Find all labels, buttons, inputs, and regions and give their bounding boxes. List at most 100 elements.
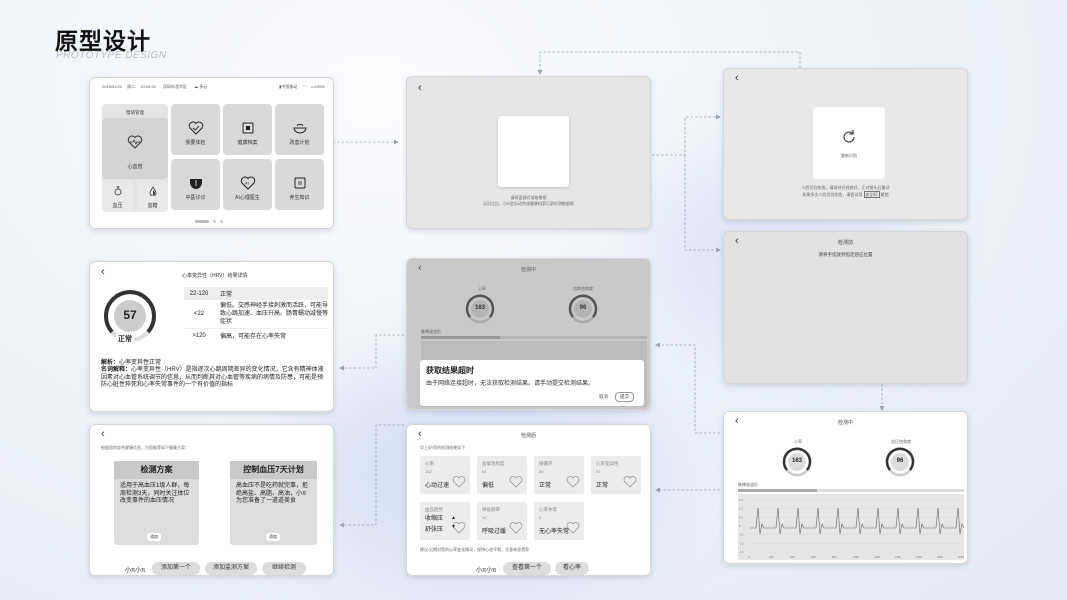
face-retry-screen: ‹ 重新识别 人脸识别失败，请保持光线良好，正对镜头后重试 如果多次人脸识别失败…: [723, 68, 968, 220]
metric-value: 102: [425, 469, 432, 474]
add-plan-button[interactable]: 添加: [266, 533, 280, 541]
health-record-icon: [242, 122, 253, 134]
metric-value: 57: [596, 469, 601, 474]
y-tick-label: -0.5: [739, 533, 744, 537]
oxygen-gauge: 96: [568, 294, 598, 324]
tile-ai-doctor[interactable]: AI AI心理医生: [223, 159, 272, 210]
svg-text:AI: AI: [245, 181, 249, 186]
plan-recommend-screen: ‹ 根据您的综合健康信息，为您推荐如下健康方案： 检测方案 适用于高血压1级人群…: [89, 424, 334, 576]
retry-panel[interactable]: 重新识别: [813, 107, 885, 179]
range-value: <22: [193, 311, 205, 317]
metric-name: 心率变异性: [596, 461, 619, 466]
plan-title: 控制血压7天计划: [230, 461, 317, 479]
heart-icon: [509, 476, 523, 488]
metric-status: 无心率失常: [539, 529, 570, 535]
heart-icon: [509, 522, 523, 534]
detecting-screen: ‹ 检测中 心率 163 血压饱和度 96 脉搏波波形 1.5 1.0 0.5 0 -0…: [723, 411, 968, 564]
metric-card[interactable]: 血压趋势 收缩压 舒张压 ▲ ▼: [420, 502, 470, 540]
range-desc: 正常: [220, 292, 233, 298]
book-icon: [294, 177, 305, 189]
back-icon[interactable]: ‹: [418, 83, 422, 94]
tile-tcm[interactable]: 中医诊诊: [171, 159, 220, 210]
analysis-text: 心率变异性正常: [119, 360, 162, 366]
metric-name: 呼吸频率: [482, 507, 500, 512]
metric-card[interactable]: 心率 102 心动过速: [420, 456, 470, 494]
chip-add-first[interactable]: 添加第一个: [152, 562, 200, 575]
y-tick-label: 1.5: [739, 498, 743, 502]
tile-blood-pressure-label: 血压: [112, 203, 123, 209]
detect-result-screen: ‹ 检测后 早上好!您的检测结果如下: 心率 102 心动过速 血氧饱和度 94 偏低 微循…: [406, 424, 651, 576]
status-time: 10:04:32: [140, 84, 156, 89]
tile-health-record[interactable]: 健康档案: [223, 104, 272, 155]
chip-continue-detect[interactable]: 继续检测: [262, 562, 306, 575]
heart-rate-label: 心率: [478, 286, 486, 291]
finger-instruction: 请将手指放到指定感应位置: [818, 252, 873, 257]
term-label: 名词解释：: [101, 367, 132, 373]
metric-name: 心率失常: [539, 507, 557, 512]
finger-prompt-screen: ‹ 检测前 请将手指放到指定感应位置: [723, 231, 968, 384]
metric-card[interactable]: 微循环 80 正常: [534, 456, 584, 494]
metric-card[interactable]: 呼吸频率 10 呼吸过缓: [477, 502, 527, 540]
tile-checkup-label: 我要体检: [185, 140, 206, 146]
chip-view-first[interactable]: 查看第一个: [503, 562, 551, 575]
page-indicator: [195, 220, 223, 223]
tile-improve-plan[interactable]: 改善计划: [275, 104, 324, 155]
metric-name: 微循环: [539, 461, 553, 466]
submit-button[interactable]: 提交: [615, 392, 634, 402]
range-value: >120: [192, 332, 206, 339]
tile-wellness[interactable]: 养生知识: [275, 159, 324, 210]
table-row: 22-120 正常: [184, 287, 328, 300]
oxygen-gauge: 96: [885, 447, 915, 477]
advice-text: 建议:近期对您的心率变化情况，保持心态平和，注意休息贯养: [420, 547, 530, 552]
metric-status-secondary: 舒张压: [425, 527, 444, 533]
chip-add-monitor-plan[interactable]: 添加监测方案: [205, 562, 257, 575]
range-value: 22-120: [189, 290, 209, 297]
cancel-button[interactable]: 取消: [599, 394, 608, 400]
x-tick-label: 1800: [937, 555, 943, 559]
tile-blood-pressure[interactable]: 血压: [102, 181, 133, 212]
oxygen-label: 血压饱和度: [891, 439, 911, 444]
plan-card: 检测方案 适用于高血压1级人群，每周检测3天，同时关注体位改变事件的血压情况 添…: [114, 461, 199, 545]
heart-rate-value: 163: [474, 305, 485, 311]
plan-text: 适用于高血压1级人群，每周检测3天，同时关注体位改变事件的血压情况: [120, 483, 190, 504]
chip-view-heart-rate[interactable]: 看心率: [555, 562, 589, 575]
back-icon[interactable]: ‹: [735, 73, 739, 84]
x-tick-label: 200: [769, 555, 774, 559]
tile-health-record-label: 健康档案: [237, 140, 258, 146]
home-screen: 2019/01/22 周二 10:04:32 深圳市龙华区 ☁ 多云 ▮中国移动…: [89, 77, 334, 229]
oxygen-label: 血氧饱和度: [573, 286, 593, 291]
add-plan-button[interactable]: 添加: [147, 533, 161, 541]
table-row: <22 偏低。交感神经手接刺激而活跃，可能导致心跳加速、血压升高、肠胃蠕动减慢等…: [184, 300, 328, 329]
back-icon[interactable]: ‹: [101, 267, 105, 278]
metric-card[interactable]: 心率失常 0 无心率失常: [534, 502, 584, 540]
tile-blood-sugar[interactable]: 血糖: [137, 181, 168, 212]
waveform-progress: [421, 336, 647, 339]
metric-status: 偏低: [482, 483, 495, 489]
result-intro: 早上好!您的检测结果如下:: [420, 445, 467, 450]
heart-rate-value: 163: [791, 458, 802, 464]
hrv-detail-screen: ‹ 心率变异性（HRV）结果详情 57 正常 22-120 正常 <22 偏低。…: [89, 261, 334, 412]
tile-cardiovascular[interactable]: 心血管: [102, 118, 168, 179]
bowl-icon: [292, 123, 307, 134]
tile-wellness-label: 养生知识: [289, 195, 310, 201]
y-tick-label: 0.5: [739, 515, 743, 519]
x-tick-label: 1400: [895, 555, 901, 559]
dialog-message: 由于网络连接超时，无法获取检测结果。请手动提交检测结果。: [426, 381, 595, 387]
heart-icon: [566, 476, 580, 488]
timeout-screen: ‹ 检测中 心率 163 血氧饱和度 96 脉搏波波形 获取结果超时 由于网络连…: [406, 258, 651, 410]
retry-button-label: 重新识别: [841, 153, 857, 158]
status-battery: 100%: [314, 84, 325, 89]
metric-card[interactable]: 血氧饱和度 94 偏低: [477, 456, 527, 494]
security-code-link[interactable]: 安全码: [863, 191, 880, 198]
back-icon[interactable]: ‹: [101, 429, 105, 440]
metric-card[interactable]: 心率变异性 57 正常: [591, 456, 641, 494]
heart-icon: [452, 476, 466, 488]
screen-title: 检测中: [837, 420, 853, 426]
metric-name: 心率: [425, 461, 434, 466]
heart-check-icon: [188, 121, 203, 135]
metric-status: 收缩压: [425, 516, 444, 522]
tile-checkup[interactable]: 我要体检: [171, 104, 220, 155]
metric-status: 正常: [596, 483, 609, 489]
tile-ai-doctor-label: AI心理医生: [235, 195, 260, 201]
plan-title: 检测方案: [114, 461, 199, 479]
